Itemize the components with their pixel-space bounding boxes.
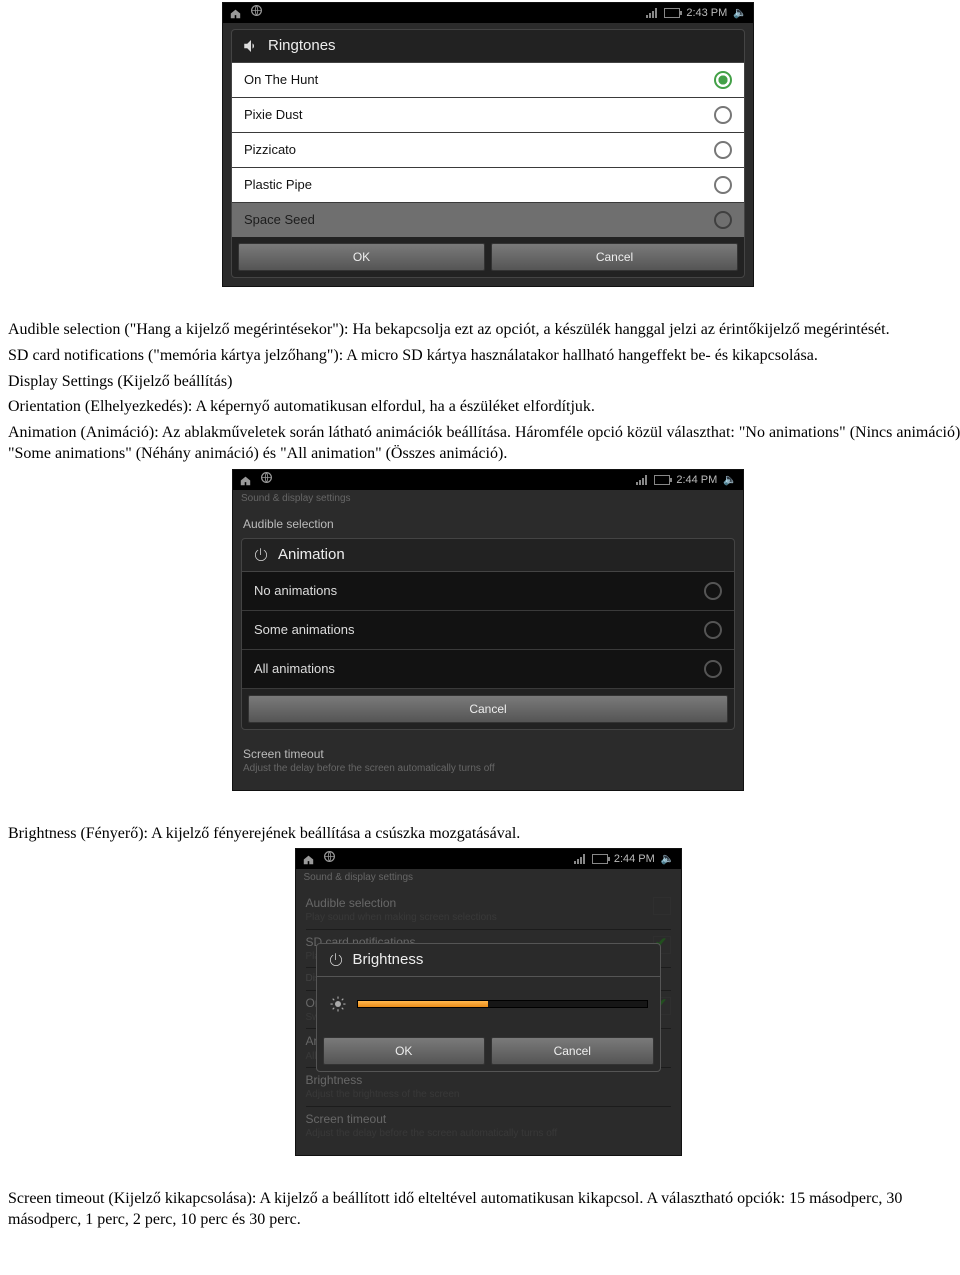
sound-icon: 🔈 bbox=[723, 473, 737, 488]
animation-option[interactable]: Some animations bbox=[242, 611, 734, 650]
brightness-dialog: Brightness OK Cancel bbox=[316, 943, 661, 1072]
paragraph-orientation: Orientation (Elhelyezkedés): A képernyő … bbox=[8, 396, 960, 418]
home-icon bbox=[229, 8, 242, 19]
setting-item-screen-timeout[interactable]: Screen timeout Adjust the delay before t… bbox=[243, 742, 733, 780]
screenshot-ringtones: 2:43 PM 🔈 Ringtones On The Hunt Pixie Du… bbox=[222, 2, 754, 287]
breadcrumb bbox=[223, 23, 753, 27]
ok-button[interactable]: OK bbox=[323, 1037, 486, 1065]
animation-option[interactable]: No animations bbox=[242, 572, 734, 611]
radio-icon bbox=[704, 660, 722, 678]
ringtone-option[interactable]: Space Seed bbox=[232, 203, 744, 237]
globe-icon bbox=[260, 471, 273, 489]
ringtone-option[interactable]: Pixie Dust bbox=[232, 98, 744, 133]
radio-icon bbox=[714, 176, 732, 194]
battery-icon bbox=[592, 854, 608, 864]
sound-icon: 🔈 bbox=[733, 6, 747, 21]
globe-icon bbox=[323, 850, 336, 868]
power-icon bbox=[327, 951, 345, 969]
clock: 2:44 PM bbox=[614, 852, 655, 867]
ok-button[interactable]: OK bbox=[238, 243, 485, 271]
breadcrumb: Sound & display settings bbox=[296, 869, 681, 887]
dialog-title: Animation bbox=[278, 545, 345, 565]
cancel-button[interactable]: Cancel bbox=[491, 243, 738, 271]
screenshot-animation: 2:44 PM 🔈 Sound & display settings Audib… bbox=[232, 469, 744, 791]
paragraph-brightness: Brightness (Fényerő): A kijelző fényerej… bbox=[8, 823, 960, 845]
speaker-icon bbox=[242, 37, 260, 55]
breadcrumb: Sound & display settings bbox=[233, 490, 743, 508]
paragraph-animation: Animation (Animáció): Az ablakműveletek … bbox=[8, 422, 960, 465]
screenshot-brightness: 2:44 PM 🔈 Sound & display settings Audib… bbox=[295, 848, 682, 1155]
ringtone-option[interactable]: Pizzicato bbox=[232, 133, 744, 168]
ringtone-option[interactable]: Plastic Pipe bbox=[232, 168, 744, 203]
sun-icon bbox=[329, 995, 347, 1013]
clock: 2:43 PM bbox=[686, 6, 727, 21]
sound-icon: 🔈 bbox=[661, 852, 675, 867]
radio-icon bbox=[714, 106, 732, 124]
radio-icon bbox=[714, 141, 732, 159]
paragraph-screen-timeout: Screen timeout (Kijelző kikapcsolása): A… bbox=[8, 1188, 960, 1231]
battery-icon bbox=[664, 8, 680, 18]
dialog-title: Ringtones bbox=[268, 36, 336, 56]
cancel-button[interactable]: Cancel bbox=[248, 695, 728, 723]
status-bar: 2:44 PM 🔈 bbox=[233, 470, 743, 490]
animation-option[interactable]: All animations bbox=[242, 650, 734, 689]
radio-icon bbox=[704, 621, 722, 639]
battery-icon bbox=[654, 475, 670, 485]
paragraph-audible-selection: Audible selection ("Hang a kijelző megér… bbox=[8, 319, 960, 341]
setting-item[interactable]: Audible selectionPlay sound when making … bbox=[306, 891, 671, 930]
radio-icon bbox=[714, 211, 732, 229]
radio-icon bbox=[704, 582, 722, 600]
status-bar: 2:44 PM 🔈 bbox=[296, 849, 681, 869]
dialog-title: Brightness bbox=[353, 950, 424, 970]
setting-item[interactable]: Screen timeoutAdjust the delay before th… bbox=[306, 1107, 671, 1145]
brightness-slider[interactable] bbox=[357, 1000, 648, 1008]
checkbox-icon bbox=[653, 897, 671, 915]
signal-icon bbox=[574, 854, 586, 864]
signal-icon bbox=[646, 8, 658, 18]
ringtone-option[interactable]: On The Hunt bbox=[232, 63, 744, 98]
heading-display-settings: Display Settings (Kijelző beállítás) bbox=[8, 371, 960, 393]
home-icon bbox=[239, 475, 252, 486]
power-icon bbox=[252, 546, 270, 564]
status-bar: 2:43 PM 🔈 bbox=[223, 3, 753, 23]
setting-item[interactable]: Audible selection bbox=[243, 512, 733, 536]
signal-icon bbox=[636, 475, 648, 485]
animation-dialog: Animation No animations Some animations … bbox=[241, 538, 735, 730]
clock: 2:44 PM bbox=[676, 473, 717, 488]
paragraph-sd-card: SD card notifications ("memória kártya j… bbox=[8, 345, 960, 367]
radio-icon bbox=[714, 71, 732, 89]
cancel-button[interactable]: Cancel bbox=[491, 1037, 654, 1065]
globe-icon bbox=[250, 4, 263, 22]
home-icon bbox=[302, 854, 315, 865]
ringtone-dialog: Ringtones On The Hunt Pixie Dust Pizzica… bbox=[231, 29, 745, 278]
